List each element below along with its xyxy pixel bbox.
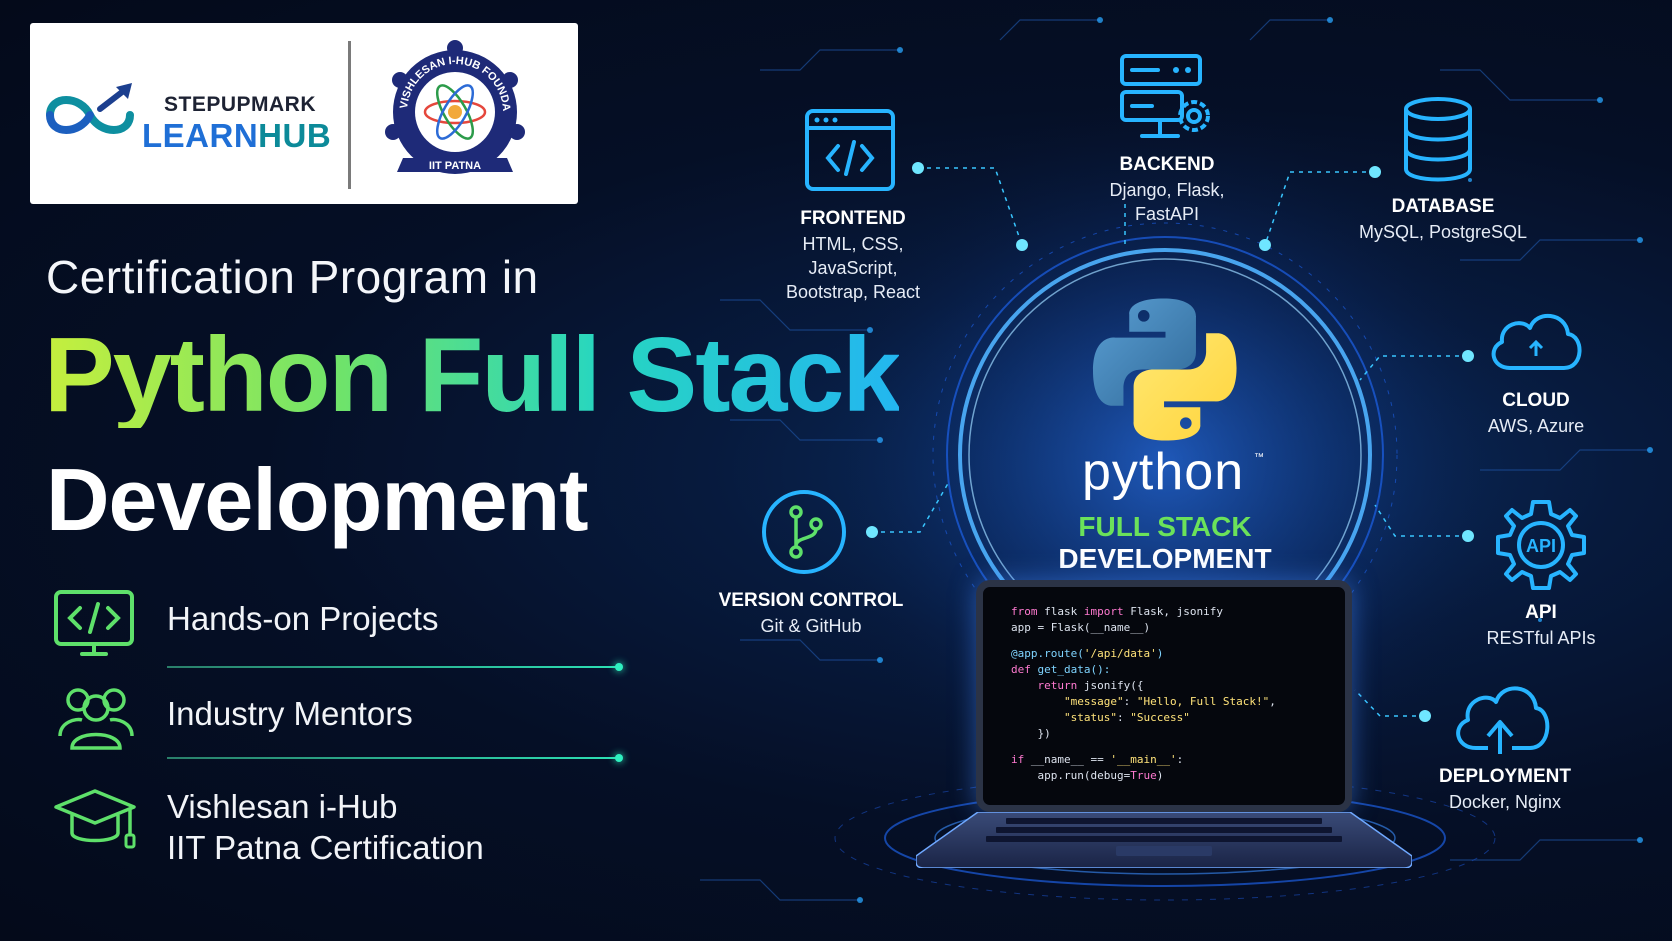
code-line: }): [1011, 727, 1051, 740]
feature-industry-mentors: Industry Mentors: [167, 695, 413, 732]
cloud-title: CLOUD: [1502, 390, 1570, 411]
api-title: API: [1525, 602, 1557, 623]
brand-top-text: STEPUPMARK: [164, 93, 317, 116]
code-line: from flask import Flask, jsonify: [1011, 605, 1223, 618]
frontend-line2: JavaScript,: [808, 257, 898, 278]
api-gear-icon: API: [1496, 500, 1586, 590]
seal-ribbon-text: IIT PATNA: [429, 160, 481, 172]
code-line: if __name__ == '__main__':: [1011, 753, 1184, 766]
code-line: "status": "Success": [1011, 711, 1190, 724]
code-line: app = Flask(__name__): [1011, 621, 1151, 634]
feature-divider: [167, 754, 623, 762]
deployment-line1: Docker, Nginx: [1448, 791, 1562, 812]
cloud-icon: [1491, 313, 1582, 370]
feature-divider: [167, 663, 623, 671]
database-node: DATABASE MySQL, PostgreSQL: [1348, 194, 1538, 244]
center-development: DEVELOPMENT: [1058, 543, 1272, 574]
vishlesan-seal-logo: VISHLESAN I-HUB FOUNDATION IIT PATNA: [385, 40, 525, 174]
backend-title: BACKEND: [1119, 154, 1215, 175]
api-icon-text: API: [1526, 536, 1556, 556]
backend-server-gear-icon: [1120, 54, 1210, 138]
code-line: "message": "Hello, Full Stack!",: [1011, 695, 1276, 708]
laptop-keyboard-base: [916, 812, 1412, 868]
database-line1: MySQL, PostgreSQL: [1358, 221, 1528, 242]
version-control-line1: Git & GitHub: [760, 615, 862, 636]
brand-learn: LEARN: [142, 117, 259, 154]
banner: STEPUPMARK LEARNHUB VISHLESAN I-HUB FOUN…: [0, 0, 1672, 941]
api-node: API RESTful APIs: [1461, 600, 1621, 650]
brand-name: LEARNHUB: [142, 117, 331, 155]
feature-certification-line1: Vishlesan i-Hub: [167, 788, 398, 825]
headline-title: Python Full Stack: [44, 316, 901, 434]
git-branch-icon: [762, 490, 846, 574]
infinity-arrow-logo-icon: [46, 83, 134, 134]
frontend-code-window-icon: [805, 109, 895, 191]
logo-card: STEPUPMARK LEARNHUB VISHLESAN I-HUB FOUN…: [30, 23, 578, 204]
frontend-node: FRONTEND HTML, CSS, JavaScript, Bootstra…: [768, 206, 938, 305]
deployment-cloud-upload-icon: [1456, 686, 1550, 754]
logo-divider: [348, 41, 351, 189]
code-snippet: from flask import Flask, jsonify app = Fl…: [1011, 604, 1276, 784]
cloud-line1: AWS, Azure: [1487, 415, 1585, 436]
version-control-node: VERSION CONTROL Git & GitHub: [716, 588, 906, 638]
frontend-line1: HTML, CSS,: [802, 233, 904, 254]
cloud-node: CLOUD AWS, Azure: [1456, 388, 1616, 438]
deployment-node: DEPLOYMENT Docker, Nginx: [1420, 764, 1590, 814]
deployment-title: DEPLOYMENT: [1439, 766, 1571, 787]
python-trademark: ™: [1254, 452, 1264, 463]
feature-certification-line2: IIT Patna Certification: [167, 829, 484, 866]
python-wordmark: python: [1082, 443, 1245, 501]
database-icon: [1404, 97, 1472, 182]
api-line1: RESTful APIs: [1486, 627, 1596, 648]
center-full-stack: FULL STACK: [1078, 511, 1252, 542]
code-line: @app.route('/api/data'): [1011, 647, 1164, 660]
brand-hub: HUB: [258, 117, 332, 154]
code-line: def get_data():: [1011, 663, 1111, 676]
feature-hands-on-projects: Hands-on Projects: [167, 600, 439, 637]
code-line: return jsonify({: [1011, 679, 1144, 692]
backend-line1: Django, Flask,: [1109, 179, 1225, 200]
graduation-cap-icon: [54, 789, 136, 849]
frontend-line3: Bootstrap, React: [785, 282, 921, 303]
database-title: DATABASE: [1391, 196, 1495, 217]
backend-node: BACKEND Django, Flask, FastAPI: [1082, 152, 1252, 226]
mentors-icon: [58, 688, 134, 750]
headline-subtitle: Development: [46, 450, 589, 549]
frontend-title: FRONTEND: [800, 208, 906, 229]
headline-prefix: Certification Program in: [46, 251, 539, 303]
backend-line2: FastAPI: [1134, 203, 1200, 224]
code-monitor-icon: [54, 590, 134, 656]
version-control-title: VERSION CONTROL: [718, 590, 904, 611]
code-line: app.run(debug=True): [1011, 769, 1164, 782]
